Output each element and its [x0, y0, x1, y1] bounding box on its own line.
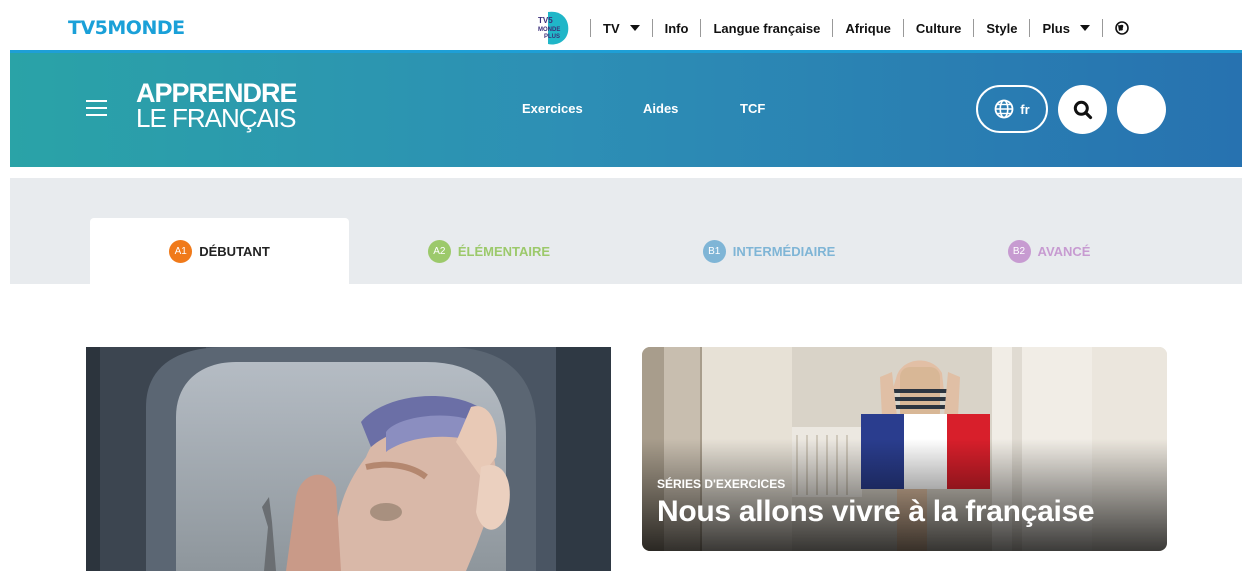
- tab-b1-intermediaire[interactable]: B1 INTERMÉDIAIRE: [629, 218, 909, 284]
- nav-divider: [700, 19, 702, 37]
- search-icon: [1073, 100, 1092, 119]
- nav-item-culture[interactable]: Culture: [916, 21, 962, 36]
- tab-label: ÉLÉMENTAIRE: [457, 243, 551, 259]
- card-title[interactable]: Nous allons vivre à la française: [657, 495, 1095, 529]
- tab-b2-avance[interactable]: B2 AVANCÉ: [909, 218, 1189, 284]
- svg-text:MONDE: MONDE: [538, 27, 560, 33]
- nav-divider: [1101, 19, 1103, 37]
- nav-item-info[interactable]: Info: [665, 21, 689, 36]
- svg-text:PLUS: PLUS: [544, 34, 560, 40]
- nav-divider: [590, 19, 591, 37]
- menu-icon[interactable]: [86, 100, 107, 116]
- tv5monde-logo[interactable]: TV5MONDE: [68, 17, 185, 39]
- nav-divider: [973, 19, 975, 37]
- global-topbar: TV5MONDE TV5 MONDE PLUS TV Info Langue f…: [0, 0, 1243, 50]
- nav-divider: [902, 19, 904, 37]
- card-image-airplane-window: [86, 347, 611, 571]
- tab-a2-elementaire[interactable]: A2 ÉLÉMENTAIRE: [349, 218, 629, 284]
- chevron-down-icon: [629, 25, 640, 31]
- nav-tcf[interactable]: TCF: [740, 101, 765, 116]
- apprendre-logo-line2[interactable]: LE FRANÇAIS: [136, 105, 296, 131]
- global-nav: TV5 MONDE PLUS TV Info Langue française …: [536, 8, 1129, 48]
- nav-item-tv[interactable]: TV: [603, 21, 640, 36]
- tab-label: DÉBUTANT: [199, 243, 270, 259]
- card-featured-right[interactable]: SÉRIES D'EXERCICES Nous allons vivre à l…: [642, 347, 1167, 551]
- globe-icon: [994, 99, 1014, 119]
- tv5monde-plus-logo[interactable]: TV5 MONDE PLUS: [536, 10, 570, 46]
- language-button[interactable]: fr: [976, 85, 1048, 133]
- page: TV5MONDE TV5 MONDE PLUS TV Info Langue f…: [0, 0, 1243, 571]
- account-button[interactable]: [1117, 85, 1166, 134]
- nav-item-langue-francaise[interactable]: Langue française: [713, 21, 820, 36]
- card-category: SÉRIES D'EXERCICES: [657, 477, 786, 491]
- nav-item-afrique[interactable]: Afrique: [845, 21, 891, 36]
- level-badge: A2: [427, 239, 451, 263]
- tab-label: AVANCÉ: [1037, 243, 1091, 259]
- nav-exercices[interactable]: Exercices: [522, 101, 583, 116]
- nav-divider: [651, 19, 653, 37]
- level-tabs: A1 DÉBUTANT A2 ÉLÉMENTAIRE B1 INTERMÉDIA…: [10, 178, 1242, 284]
- svg-text:TV5: TV5: [538, 16, 553, 25]
- apprendre-header: APPRENDRE LE FRANÇAIS Exercices Aides TC…: [10, 50, 1242, 167]
- nav-aides[interactable]: Aides: [643, 101, 678, 116]
- search-button[interactable]: [1058, 85, 1107, 134]
- nav-divider: [1029, 19, 1031, 37]
- level-badge: B2: [1007, 239, 1031, 263]
- chevron-down-icon: [1079, 25, 1090, 31]
- level-badge: B1: [702, 239, 726, 263]
- tab-label: INTERMÉDIAIRE: [732, 243, 836, 259]
- nav-divider: [832, 19, 834, 37]
- tab-a1-debutant[interactable]: A1 DÉBUTANT: [90, 218, 349, 284]
- nav-item-style[interactable]: Style: [986, 21, 1017, 36]
- language-code: fr: [1020, 101, 1030, 117]
- globe-icon[interactable]: [1115, 21, 1129, 35]
- nav-item-plus[interactable]: Plus: [1042, 21, 1090, 36]
- level-badge: A1: [169, 239, 193, 263]
- card-featured-left[interactable]: [86, 347, 611, 571]
